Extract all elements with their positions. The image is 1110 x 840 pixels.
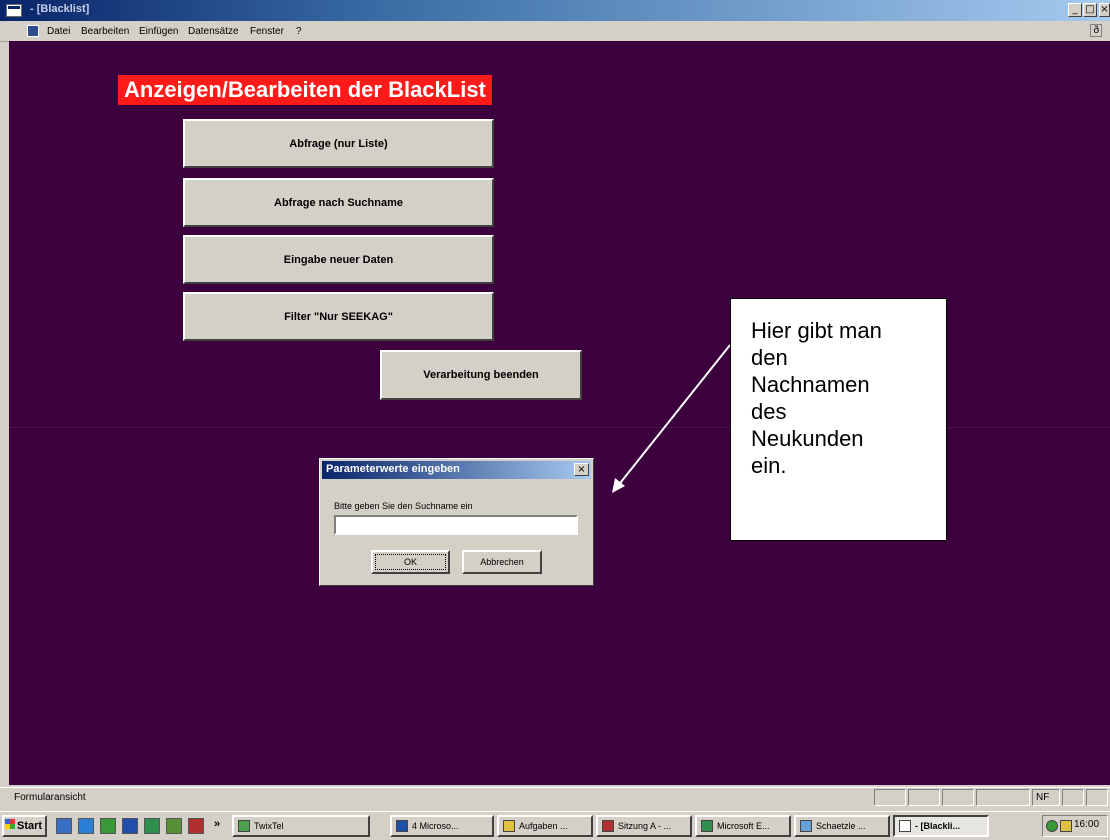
status-panel-7	[1086, 789, 1108, 806]
enter-new-data-button[interactable]: Eingabe neuer Daten	[183, 235, 494, 284]
document-task-icon	[800, 820, 812, 832]
excel-task-icon	[701, 820, 713, 832]
menu-help[interactable]: ?	[296, 26, 302, 37]
window-title: - [Blacklist]	[30, 3, 90, 15]
menu-bearbeiten[interactable]: Bearbeiten	[81, 26, 129, 37]
callout-line-5: Neukunden	[751, 426, 864, 451]
document-restore-icon[interactable]: ð	[1090, 24, 1102, 37]
quick-launch-overflow-icon[interactable]: »	[214, 818, 220, 830]
form-document-icon[interactable]	[27, 25, 39, 37]
dialog-title: Parameterwerte eingeben	[326, 463, 460, 475]
status-text: Formularansicht	[14, 792, 86, 803]
callout-note: Hier gibt man den Nachnamen des Neukunde…	[730, 298, 947, 541]
status-panel-1	[874, 789, 906, 806]
callout-line-4: des	[751, 399, 787, 424]
task-twixtel[interactable]: TwixTel	[232, 815, 370, 837]
status-panel-2	[908, 789, 940, 806]
menu-datensaetze[interactable]: Datensätze	[188, 26, 239, 37]
status-indicator-nf: NF	[1032, 789, 1060, 806]
dialog-close-icon[interactable]: ×	[574, 463, 589, 476]
volume-tray-icon[interactable]	[1060, 820, 1072, 832]
status-panel-3	[942, 789, 974, 806]
maximize-button[interactable]: □	[1083, 3, 1097, 17]
word-icon[interactable]	[122, 818, 138, 834]
close-button[interactable]: ×	[1099, 3, 1110, 17]
menu-datei[interactable]: Datei	[47, 26, 70, 37]
callout-line-3: Nachnamen	[751, 372, 870, 397]
parameter-dialog: Parameterwerte eingeben × Bitte geben Si…	[319, 458, 594, 586]
desktop-icon[interactable]	[166, 818, 182, 834]
status-panel-6	[1062, 789, 1084, 806]
clock: 16:00	[1074, 819, 1100, 830]
word-task-icon	[396, 820, 408, 832]
menu-einfuegen[interactable]: Einfügen	[139, 26, 178, 37]
end-processing-button[interactable]: Verarbeitung beenden	[380, 350, 582, 400]
excel-icon[interactable]	[100, 818, 116, 834]
twixtel-icon	[238, 820, 250, 832]
excel-sheet-icon[interactable]	[144, 818, 160, 834]
internet-explorer-icon[interactable]	[56, 818, 72, 834]
access-task-icon	[602, 820, 614, 832]
callout-line-2: den	[751, 345, 788, 370]
query-list-button[interactable]: Abfrage (nur Liste)	[183, 119, 494, 168]
title-bar[interactable]	[0, 0, 1110, 21]
callout-line-1: Hier gibt man	[751, 318, 882, 343]
outlook-icon[interactable]	[78, 818, 94, 834]
ok-button[interactable]: OK	[371, 550, 450, 574]
access-icon[interactable]	[188, 818, 204, 834]
application-icon[interactable]	[6, 4, 22, 17]
dialog-title-bar[interactable]: Parameterwerte eingeben ×	[322, 461, 591, 479]
query-by-name-button[interactable]: Abfrage nach Suchname	[183, 178, 494, 227]
menu-fenster[interactable]: Fenster	[250, 26, 284, 37]
tasks-icon	[503, 820, 515, 832]
dialog-prompt: Bitte geben Sie den Suchname ein	[334, 501, 473, 511]
windows-flag-icon	[5, 819, 15, 829]
search-name-input[interactable]	[334, 515, 578, 535]
blacklist-window-icon	[899, 820, 911, 832]
form-title: Anzeigen/Bearbeiten der BlackList	[118, 75, 492, 105]
status-panel-4	[976, 789, 1030, 806]
cancel-button[interactable]: Abbrechen	[462, 550, 542, 574]
filter-seekag-button[interactable]: Filter "Nur SEEKAG"	[183, 292, 494, 341]
network-tray-icon[interactable]	[1046, 820, 1058, 832]
callout-line-6: ein.	[751, 453, 787, 478]
minimize-button[interactable]: _	[1068, 3, 1082, 17]
